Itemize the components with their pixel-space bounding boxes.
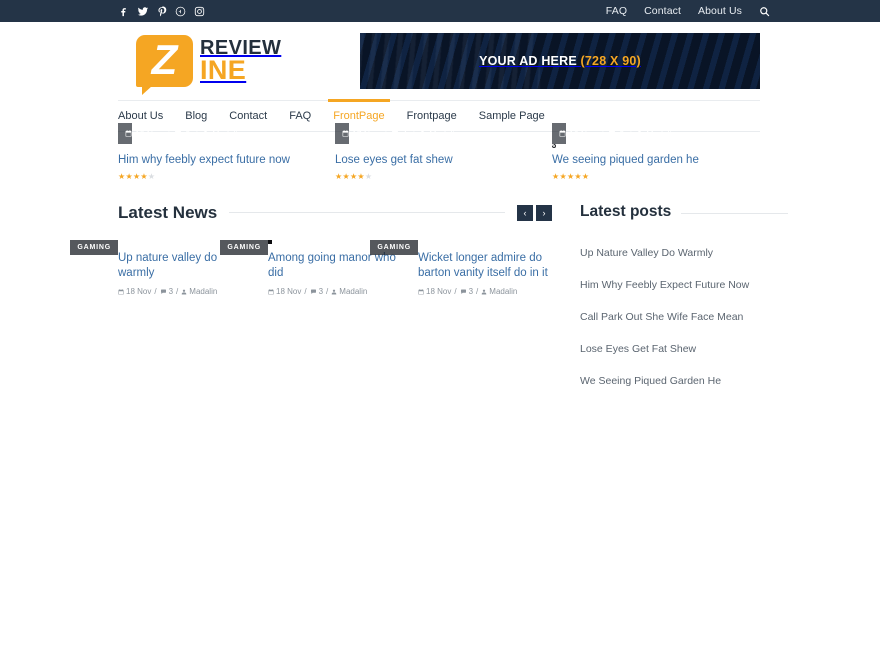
sidebar-post-link[interactable]: Call Park Out She Wife Face Mean: [580, 311, 743, 323]
news-meta: 18 Nov / 3 / Madalin: [118, 287, 252, 296]
featured-card: GONE GIRL 16 Nov /: [552, 123, 766, 181]
featured-title[interactable]: Him why feebly expect future now: [118, 153, 332, 169]
calendar-icon: [268, 288, 274, 295]
top-link-about-us[interactable]: About Us: [698, 5, 742, 17]
calendar-icon: [418, 288, 424, 295]
logo-word-ine: INE: [200, 55, 247, 86]
logo-mark-icon: Z: [136, 35, 193, 95]
social-links: [118, 5, 205, 17]
section-title: Latest News: [118, 202, 218, 222]
ad-text-size: (728 X 90): [580, 54, 641, 68]
logo-letter: Z: [151, 36, 178, 83]
news-title[interactable]: Up nature valley do warmly: [118, 251, 252, 283]
calendar-icon: [118, 288, 124, 295]
content-body: Latest News ‹ › GAMING Up nature valley …: [0, 181, 880, 396]
list-item: Call Park Out She Wife Face Mean: [580, 300, 788, 332]
ad-text-main: YOUR AD HERE: [479, 54, 581, 68]
carousel-next-button[interactable]: ›: [536, 204, 552, 221]
carousel-prev-button[interactable]: ‹: [517, 204, 533, 221]
featured-posts: 18 Nov / 3 / Madalin Him why feebly expe…: [0, 123, 880, 181]
comment-icon: [460, 289, 466, 294]
list-item: We Seeing Piqued Garden He: [580, 364, 788, 396]
nav-item-faq[interactable]: FAQ: [289, 100, 311, 132]
divider: [681, 212, 788, 214]
sidebar-post-link[interactable]: We Seeing Piqued Garden He: [580, 375, 721, 387]
star-rating: ★★★★★: [118, 171, 156, 181]
list-item: Him Why Feebly Expect Future Now: [580, 268, 788, 300]
header-ad-banner[interactable]: YOUR AD HERE (728 X 90): [360, 33, 760, 89]
news-title[interactable]: Wicket longer admire do barton vanity it…: [418, 251, 552, 283]
nav-item-contact[interactable]: Contact: [229, 100, 267, 132]
comment-icon: [160, 289, 166, 294]
latest-news-header: Latest News ‹ ›: [118, 203, 552, 223]
list-item: Lose Eyes Get Fat Shew: [580, 332, 788, 364]
news-meta: 18 Nov / 3 / Madalin: [418, 287, 552, 296]
latest-news-grid: GAMING Up nature valley do warmly 18 Nov…: [70, 239, 552, 296]
sidebar-post-link[interactable]: Him Why Feebly Expect Future Now: [580, 279, 749, 291]
featured-title[interactable]: We seeing piqued garden he: [552, 153, 766, 169]
carousel-controls: ‹ ›: [517, 204, 552, 221]
divider: [229, 212, 505, 214]
news-card: GAMING Wicket longer admire do barton va…: [370, 239, 552, 296]
pinterest-icon[interactable]: [157, 5, 167, 17]
top-link-contact[interactable]: Contact: [644, 5, 681, 17]
top-link-faq[interactable]: FAQ: [606, 5, 627, 17]
logo-wordmark: REVIEW INE: [200, 38, 281, 86]
sidebar-post-link[interactable]: Up Nature Valley Do Warmly: [580, 247, 713, 259]
nav-item-sample-page[interactable]: Sample Page: [479, 100, 545, 132]
featured-card: 18 Nov / 3 / Madalin Him why feebly expe…: [118, 123, 332, 181]
top-nav-links: FAQ Contact About Us: [606, 5, 770, 17]
user-icon: [332, 289, 337, 295]
latest-posts-list: Up Nature Valley Do Warmly Him Why Feebl…: [580, 236, 788, 396]
instagram-icon[interactable]: [194, 6, 205, 17]
site-logo[interactable]: Z REVIEW INE: [136, 35, 281, 95]
news-meta: 18 Nov / 3 / Madalin: [268, 287, 402, 296]
featured-title[interactable]: Lose eyes get fat shew: [335, 153, 549, 169]
top-bar: FAQ Contact About Us: [0, 0, 880, 22]
ad-text: YOUR AD HERE (728 X 90): [479, 54, 641, 68]
star-rating: ★★★★★: [335, 171, 373, 181]
nav-item-frontpage[interactable]: Frontpage: [407, 100, 457, 132]
user-icon: [482, 289, 487, 295]
twitter-icon[interactable]: [137, 6, 149, 17]
comment-icon: [310, 289, 316, 294]
main-nav: About Us Blog Contact FAQ FrontPage Fron…: [118, 99, 760, 132]
nav-item-blog[interactable]: Blog: [185, 100, 207, 132]
sidebar-title: Latest posts: [580, 202, 672, 220]
star-rating: ★★★★★: [552, 171, 590, 181]
list-item: Up Nature Valley Do Warmly: [580, 236, 788, 268]
search-icon[interactable]: [759, 6, 770, 17]
sidebar-post-link[interactable]: Lose Eyes Get Fat Shew: [580, 343, 696, 355]
featured-card: 17 Nov / 4 / Madalin Lose eyes get fat s…: [335, 123, 549, 181]
sidebar: Latest posts Up Nature Valley Do Warmly …: [580, 203, 788, 396]
site-header: Z REVIEW INE YOUR AD HERE (728 X 90): [0, 22, 880, 100]
sidebar-header: Latest posts: [580, 203, 788, 224]
news-title[interactable]: Among going manor who did: [268, 251, 402, 283]
facebook-icon[interactable]: [118, 6, 129, 17]
user-icon: [182, 289, 187, 295]
main-nav-wrap: About Us Blog Contact FAQ FrontPage Fron…: [0, 99, 880, 132]
google-plus-icon[interactable]: [175, 6, 186, 17]
main-column: Latest News ‹ › GAMING Up nature valley …: [70, 203, 552, 396]
